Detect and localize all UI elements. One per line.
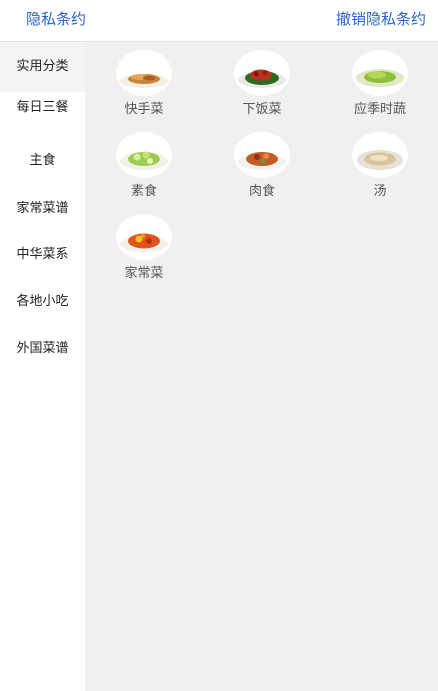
category-label: 快手菜: [124, 102, 164, 117]
revoke-privacy-policy-link[interactable]: 撤销隐私条约: [336, 10, 426, 28]
rice-dish-image: [234, 50, 290, 96]
sidebar-item-label: 主食: [29, 153, 56, 168]
meat-dish-image: [234, 132, 290, 178]
category-label: 家常菜: [124, 266, 164, 281]
category-label: 应季时蔬: [353, 102, 406, 117]
category-label: 下饭菜: [242, 102, 282, 117]
seasonal-veg-image: [352, 50, 408, 96]
sidebar-item-local-snacks[interactable]: 各地小吃: [0, 294, 85, 310]
sidebar-item-label: 外国菜谱: [16, 341, 69, 356]
sidebar-item-three-meals[interactable]: 每日三餐: [0, 100, 85, 116]
sidebar-item-chinese-cuisine[interactable]: 中华菜系: [0, 247, 85, 263]
category-sidebar: 实用分类 每日三餐 主食 家常菜谱 中华菜系 各地小吃 外国菜谱: [0, 42, 85, 691]
sidebar-item-label: 各地小吃: [16, 294, 69, 309]
sidebar-item-practical[interactable]: 实用分类: [0, 42, 85, 92]
sidebar-item-label: 实用分类: [16, 59, 69, 74]
category-grid: 快手菜 下饭菜 应季时蔬 素食 肉食 汤 家常菜: [85, 42, 438, 691]
sidebar-item-staple[interactable]: 主食: [0, 153, 85, 169]
category-label: 肉食: [248, 184, 275, 199]
home-style-dish-image: [116, 214, 172, 260]
sidebar-item-label: 家常菜谱: [16, 201, 69, 216]
category-label: 素食: [130, 184, 157, 199]
privacy-policy-link[interactable]: 隐私条约: [26, 10, 86, 28]
quick-dish-image: [116, 50, 172, 96]
sidebar-item-home-recipes[interactable]: 家常菜谱: [0, 201, 85, 217]
category-label: 汤: [373, 184, 387, 199]
sidebar-item-label: 中华菜系: [16, 247, 69, 262]
vegetarian-dish-image: [116, 132, 172, 178]
top-bar: 隐私条约 撤销隐私条约: [0, 0, 438, 42]
sidebar-item-foreign-recipes[interactable]: 外国菜谱: [0, 341, 85, 357]
soup-dish-image: [352, 132, 408, 178]
sidebar-item-label: 每日三餐: [16, 100, 69, 115]
